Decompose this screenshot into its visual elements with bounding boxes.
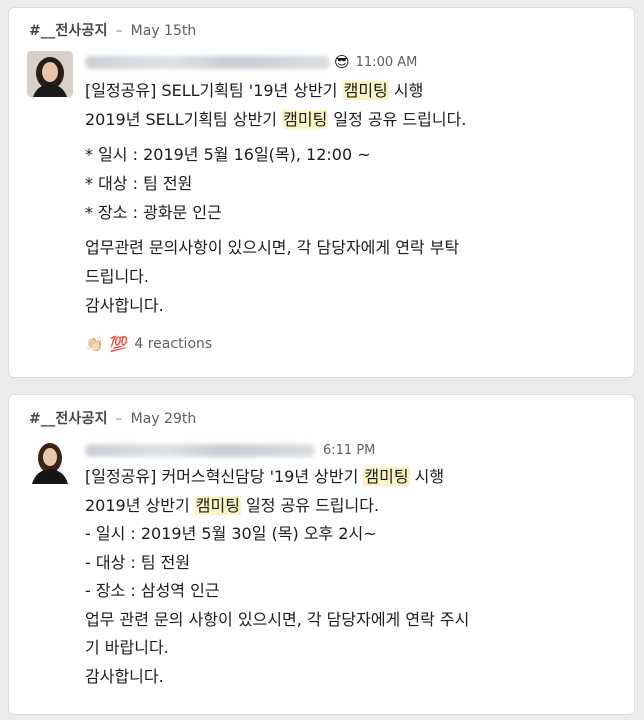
message-date[interactable]: May 29th <box>131 411 197 427</box>
closing-line: 업무 관련 문의 사항이 있으시면, 각 담당자에게 연락 주시 <box>85 609 470 629</box>
detail-datetime: - 일시 : 2019년 5월 30일 (목) 오후 2시~ <box>85 524 377 543</box>
text-segment: 일정 공유 드립니다. <box>240 495 380 515</box>
message-body: [일정공유] SELL기획팀 '19년 상반기 캠미팅 시행 2019년 SEL… <box>85 76 620 320</box>
closing-line: 기 바랍니다. <box>85 638 169 657</box>
separator-dash: – <box>115 23 123 39</box>
closing-line: 업무관련 문의사항이 있으시면, 각 담당자에게 연락 부탁 <box>85 238 460 257</box>
text-segment: 일정 공유 드립니다. <box>328 110 467 129</box>
reactions-bar[interactable]: 👏🏻 💯 4 reactions <box>85 335 212 353</box>
text-segment: [일정공유] SELL기획팀 '19년 상반기 <box>85 81 343 100</box>
text-segment: 2019년 SELL기획팀 상반기 <box>85 110 283 129</box>
closing-line: 감사합니다. <box>85 296 164 315</box>
channel-header: #__전사공지 – May 15th <box>29 20 196 40</box>
detail-datetime: * 일시 : 2019년 5월 16일(목), 12:00 ~ <box>85 145 371 164</box>
avatar-photo <box>27 51 73 97</box>
message-intro-line: 2019년 SELL기획팀 상반기 캠미팅 일정 공유 드립니다. <box>85 105 620 134</box>
reactions-count[interactable]: 4 reactions <box>134 336 212 352</box>
message-card: #__전사공지 – May 29th 6:11 PM [일정공유] 커머스혁신담당 … <box>8 394 635 715</box>
channel-name[interactable]: #__전사공지 <box>29 23 108 39</box>
message-date[interactable]: May 15th <box>131 23 197 39</box>
text-segment: [일정공유] 커머스혁신담당 '19년 상반기 <box>85 467 364 486</box>
highlight-keyword: 캠미팅 <box>194 495 241 515</box>
avatar[interactable] <box>27 51 73 97</box>
closing-line: 감사합니다. <box>85 666 164 686</box>
message-header: 6:11 PM <box>85 440 375 460</box>
message-card: #__전사공지 – May 15th 😎 11:00 AM [일정공유] SELL기… <box>8 7 635 378</box>
clap-icon[interactable]: 👏🏻 <box>85 335 104 353</box>
separator-dash: – <box>115 411 123 427</box>
avatar-photo <box>27 438 73 484</box>
detail-audience: * 대상 : 팀 전원 <box>85 174 193 193</box>
text-segment: 2019년 상반기 <box>85 495 195 515</box>
message-time[interactable]: 6:11 PM <box>323 443 375 458</box>
message-header: 😎 11:00 AM <box>85 52 417 72</box>
channel-header: #__전사공지 – May 29th <box>29 408 196 428</box>
message-title-line: [일정공유] 커머스혁신담당 '19년 상반기 캠미팅 시행 <box>85 463 620 492</box>
text-segment: 시행 <box>388 81 424 100</box>
closing-line: 드립니다. <box>85 267 149 286</box>
message-title-line: [일정공유] SELL기획팀 '19년 상반기 캠미팅 시행 <box>85 76 620 105</box>
channel-name[interactable]: #__전사공지 <box>29 411 108 427</box>
sender-name-blurred[interactable] <box>85 55 330 69</box>
avatar[interactable] <box>27 438 73 484</box>
hundred-points-icon[interactable]: 💯 <box>110 335 129 353</box>
highlight-keyword: 캠미팅 <box>342 81 389 100</box>
message-intro-line: 2019년 상반기 캠미팅 일정 공유 드립니다. <box>85 492 620 521</box>
text-segment: 시행 <box>409 467 445 486</box>
sender-name-blurred[interactable] <box>85 443 315 457</box>
highlight-keyword: 캠미팅 <box>363 467 410 486</box>
status-emoji-icon: 😎 <box>334 53 350 71</box>
message-time[interactable]: 11:00 AM <box>356 55 418 70</box>
message-body: [일정공유] 커머스혁신담당 '19년 상반기 캠미팅 시행 2019년 상반기… <box>85 463 620 691</box>
detail-location: * 장소 : 광화문 인근 <box>85 203 222 222</box>
detail-location: - 장소 : 삼성역 인근 <box>85 581 220 600</box>
detail-audience: - 대상 : 팀 전원 <box>85 552 191 572</box>
highlight-keyword: 캠미팅 <box>282 110 329 129</box>
